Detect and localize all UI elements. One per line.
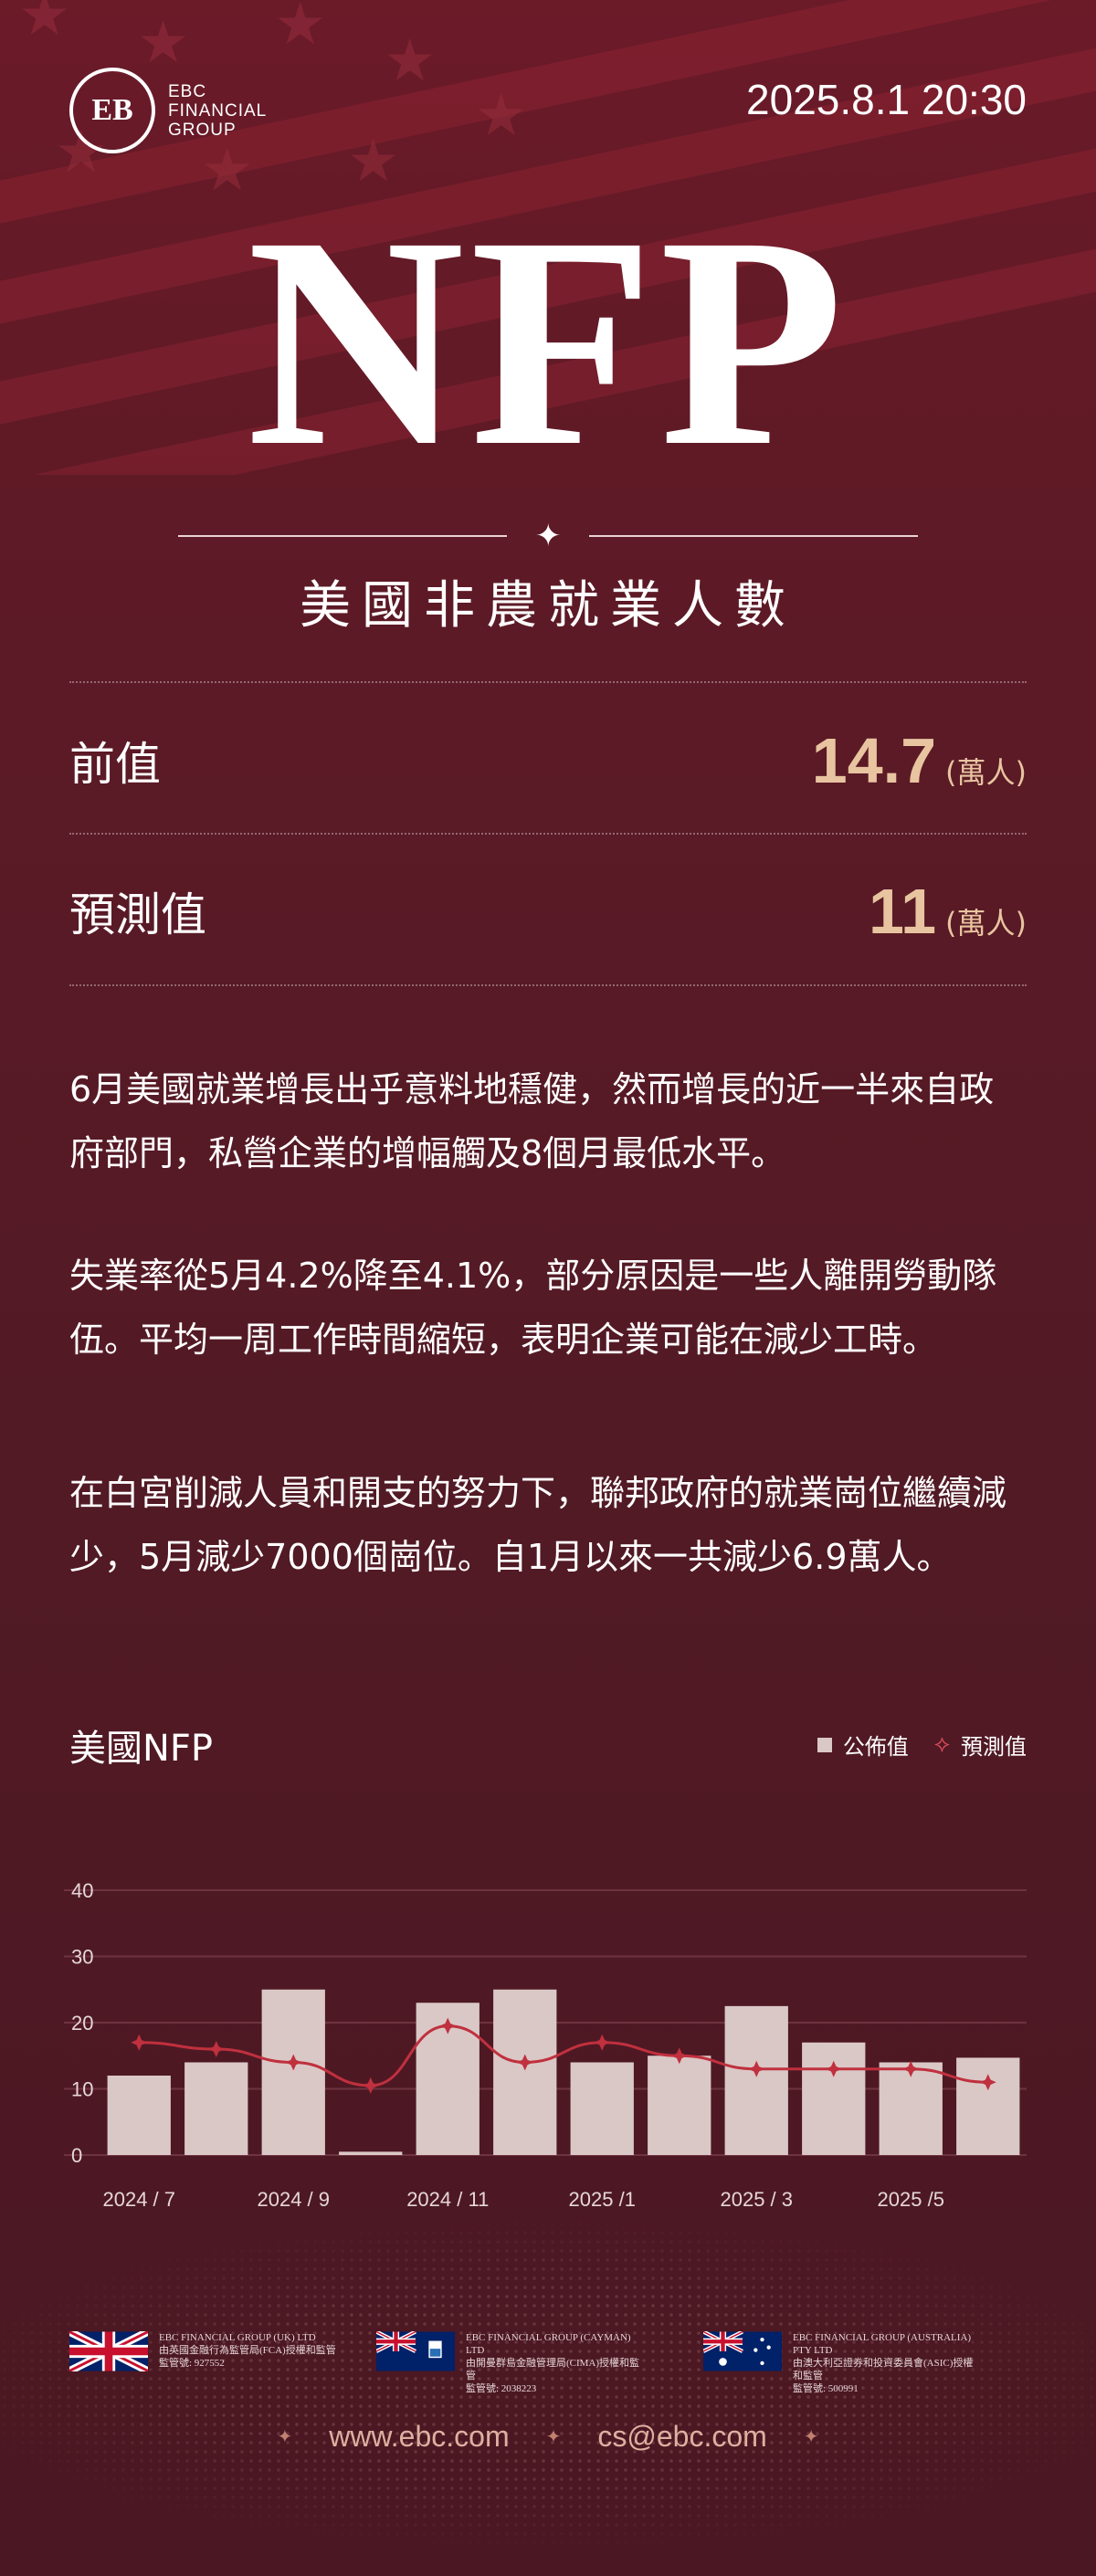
regulator-authority: 由開曼群島金融管理局(CIMA)授權和監管 [466, 2358, 640, 2381]
hero-subtitle: 美國非農就業人數 [300, 576, 796, 636]
y-tick-label: 40 [71, 1879, 93, 1902]
metric-forecast: 預測值 11 (萬人) [69, 866, 1027, 957]
bar-2024-12 [493, 1989, 557, 2155]
forecast-point-2024-7 [131, 2034, 148, 2051]
sparkle-icon: ✦ [803, 2427, 819, 2447]
bar-2024-8 [184, 2062, 248, 2155]
regulator-authority: 由英國金融行為監管局(FCA)授權和監管 [159, 2345, 336, 2356]
bar-2025-3 [724, 2005, 788, 2155]
bar-2024-10 [339, 2151, 403, 2155]
regulator-uk: EBC FINANCIAL GROUP (UK) LTD 由英國金融行為監管局(… [69, 2331, 342, 2371]
divider-left [178, 535, 507, 537]
ebc-logo[interactable]: EB EBC FINANCIAL GROUP [69, 68, 267, 153]
ebc-logo-text: EBC FINANCIAL GROUP [168, 82, 267, 140]
dotted-divider [69, 681, 1027, 683]
forecast-point-2025-1 [594, 2034, 611, 2051]
metric-unit: (萬人) [945, 906, 1027, 941]
brand-line-3: GROUP [168, 120, 237, 140]
sparkle-icon: ✦ [545, 2427, 562, 2447]
regulator-entity: EBC FINANCIAL GROUP (AUSTRALIA) PTY LTD [793, 2332, 972, 2356]
regulator-number: 監管號: 927552 [159, 2358, 225, 2369]
brand-line-2: FINANCIAL [168, 100, 268, 121]
metric-unit: (萬人) [945, 755, 1027, 790]
metric-previous: 前值 14.7 (萬人) [69, 715, 1027, 806]
website-link[interactable]: www.ebc.com [329, 2420, 509, 2454]
legend-actual-label: 公佈值 [842, 1734, 909, 1760]
ebc-logo-mark: EB [69, 68, 155, 153]
y-tick-label: 10 [71, 2078, 93, 2101]
forecast-point-2024-10 [362, 2077, 379, 2094]
metric-label: 預測值 [69, 888, 206, 941]
australia-flag-icon [703, 2331, 782, 2371]
forecast-point-2024-8 [207, 2041, 225, 2057]
y-tick-label: 0 [71, 2144, 82, 2167]
dotted-divider [69, 984, 1027, 986]
regulator-number: 監管號: 2038223 [466, 2383, 537, 2394]
dotted-divider [69, 833, 1027, 835]
metric-value: 11 [869, 876, 937, 947]
nfp-poster: ★ ★ ★ ★ ★ ★ ★ ★ EB EBC FINANCIAL GROUP 2… [0, 0, 1096, 2576]
regulator-cayman: EBC FINANCIAL GROUP (CAYMAN) LTD 由開曼群島金融… [376, 2331, 648, 2395]
metric-label: 前值 [69, 738, 161, 791]
cayman-flag-icon [376, 2331, 455, 2371]
chart-legend: 公佈值 ⟡ 預測值 [817, 1729, 1027, 1761]
regulator-australia: EBC FINANCIAL GROUP (AUSTRALIA) PTY LTD … [703, 2331, 975, 2395]
footer-contacts: ✦ www.ebc.com ✦ cs@ebc.com ✦ [0, 2420, 1096, 2454]
commentary-paragraph-1: 6月美國就業增長出乎意料地穩健，然而增長的近一半來自政府部門，私營企業的增幅觸及… [69, 1069, 995, 1173]
bar-2025-4 [802, 2042, 866, 2155]
regulator-entity: EBC FINANCIAL GROUP (CAYMAN) LTD [466, 2332, 631, 2356]
release-datetime: 2025.8.1 20:30 [746, 76, 1027, 123]
hero-title: NFP [247, 175, 849, 509]
bar-2025-1 [570, 2062, 634, 2155]
nfp-chart: 0102030402024 / 7 2024 / 9 2024 / 11 2025 /… [64, 1879, 1027, 2211]
regulator-number: 監管號: 500991 [793, 2383, 859, 2394]
sparkle-icon: ✦ [535, 518, 562, 554]
y-tick-label: 30 [71, 1946, 93, 1969]
sparkle-icon: ✦ [277, 2427, 293, 2447]
uk-flag-icon [69, 2331, 148, 2371]
bar-2024-9 [261, 1989, 325, 2155]
regulator-authority: 由澳大利亞證券和投資委員會(ASIC)授權和監管 [793, 2358, 974, 2381]
legend-line-swatch-icon: ⟡ [933, 1730, 950, 1758]
legend-bar-swatch [817, 1737, 832, 1752]
divider-right [589, 535, 918, 537]
bar-2024-7 [107, 2076, 171, 2155]
bar-2025-2 [648, 2056, 711, 2155]
regulator-entity: EBC FINANCIAL GROUP (UK) LTD [159, 2332, 316, 2343]
legend-actual: 公佈值 [817, 1729, 909, 1761]
email-link[interactable]: cs@ebc.com [597, 2420, 766, 2454]
legend-forecast-label: 預測值 [961, 1734, 1027, 1760]
bar-2025-6 [956, 2057, 1020, 2155]
commentary-paragraph-2: 失業率從5月4.2%降至4.1%，部分原因是一些人離開勞動隊伍。平均一周工作時間… [69, 1256, 997, 1360]
y-tick-label: 20 [71, 2012, 93, 2035]
metric-value: 14.7 [811, 725, 937, 796]
chart-title: 美國NFP [69, 1728, 214, 1770]
brand-line-1: EBC [168, 81, 207, 101]
legend-forecast: ⟡ 預測值 [934, 1729, 1027, 1761]
commentary-paragraph-3: 在白宮削減人員和開支的努力下，聯邦政府的就業崗位繼續減少，5月減少7000個崗位… [69, 1473, 1007, 1577]
